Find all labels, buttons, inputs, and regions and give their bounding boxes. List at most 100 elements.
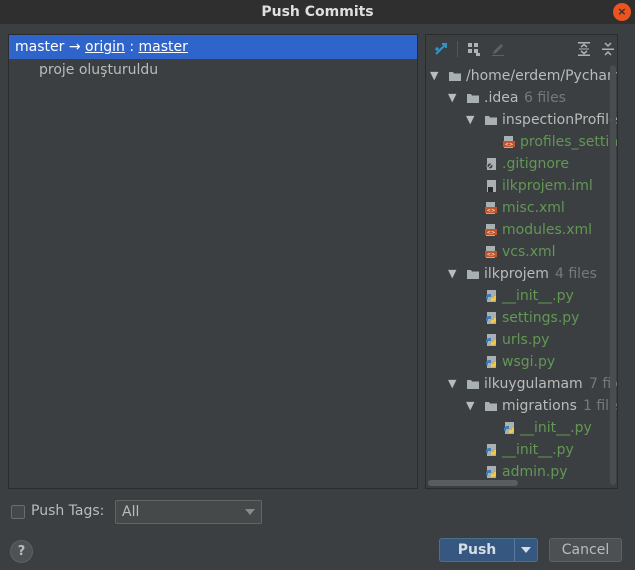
toolbar-divider — [457, 41, 458, 57]
collapse-all-icon[interactable] — [600, 41, 616, 57]
xml-file-icon: <> — [503, 136, 515, 148]
tree-folder-row[interactable]: ▼ migrations 1 file — [426, 395, 617, 417]
remote-link[interactable]: origin — [85, 39, 125, 55]
svg-text:<>: <> — [487, 252, 495, 258]
push-tags-checkbox[interactable] — [11, 505, 25, 519]
tree-file-row[interactable]: ilkprojem.iml — [426, 175, 617, 197]
tree-item-label: wsgi.py — [502, 354, 556, 370]
tree-item-label: misc.xml — [502, 200, 565, 216]
tree-expand-toggle-icon[interactable]: ▼ — [448, 87, 460, 109]
tree-item-label: __init__.py — [502, 288, 574, 304]
commits-panel: master → origin : master proje oluşturul… — [8, 34, 418, 489]
tree-file-row[interactable]: <> vcs.xml — [426, 241, 617, 263]
tree-item-file-count: 6 files — [524, 90, 566, 106]
tree-file-row[interactable]: __init__.py — [426, 439, 617, 461]
files-toolbar — [426, 35, 617, 63]
branch-row[interactable]: master → origin : master — [9, 35, 417, 59]
group-by-icon[interactable] — [466, 41, 482, 57]
xml-file-icon: <> — [485, 224, 497, 236]
tree-item-label: profiles_settings.xml — [520, 134, 618, 150]
tree-item-label: .gitignore — [502, 156, 569, 172]
tree-file-row[interactable]: wsgi.py — [426, 351, 617, 373]
tree-item-label: ilkuygulamam — [484, 376, 583, 392]
window-titlebar: Push Commits × — [0, 0, 635, 24]
folder-icon — [485, 116, 497, 125]
changed-files-panel: ▼ /home/erdem/Pycharm ▼ .idea 6 files ▼ inspec… — [425, 34, 618, 489]
tree-item-file-count: 4 files — [555, 266, 597, 282]
file-tree: ▼ /home/erdem/Pycharm ▼ .idea 6 files ▼ inspec… — [426, 65, 618, 483]
tree-item-label: migrations — [502, 398, 577, 414]
window-title: Push Commits — [261, 4, 374, 20]
tree-item-label: vcs.xml — [502, 244, 556, 260]
folder-icon — [485, 402, 497, 411]
tree-expand-toggle-icon[interactable]: ▼ — [448, 263, 460, 285]
remote-branch-link[interactable]: master — [139, 39, 188, 55]
tags-select[interactable]: All — [115, 500, 262, 524]
tree-file-row[interactable]: <> misc.xml — [426, 197, 617, 219]
push-button[interactable]: Push — [439, 538, 538, 562]
push-button-label: Push — [457, 542, 497, 558]
tree-item-label: /home/erdem/Pycharm — [466, 68, 618, 84]
svg-text:<>: <> — [505, 142, 513, 148]
folder-icon — [449, 72, 461, 81]
edit-source-icon[interactable] — [490, 41, 506, 57]
tree-folder-row[interactable]: ▼ilkuygulamam7 files — [426, 373, 617, 395]
commit-item[interactable]: proje oluşturuldu — [9, 59, 417, 81]
svg-text:<>: <> — [487, 230, 495, 236]
tree-item-label: settings.py — [502, 310, 580, 326]
push-tags-label: Push Tags: — [31, 503, 105, 519]
chevron-down-icon — [245, 509, 255, 515]
branch-separator: : — [129, 39, 135, 55]
folder-icon — [467, 380, 479, 389]
svg-text:<>: <> — [487, 208, 495, 214]
py-file-icon — [486, 290, 496, 302]
tree-vertical-scrollbar[interactable] — [610, 65, 616, 485]
tree-horizontal-scrollbar[interactable] — [428, 480, 518, 486]
tree-item-label: inspectionProfiles — [502, 112, 618, 128]
arrow-icon: → — [68, 39, 81, 55]
tree-expand-toggle-icon[interactable]: ▼ — [466, 109, 478, 131]
xml-file-icon: <> — [485, 202, 497, 214]
tree-folder-row[interactable]: ▼ inspectionProfiles — [426, 109, 618, 131]
local-branch: master — [15, 39, 65, 55]
tree-file-row[interactable]: <> profiles_settings.xml — [426, 131, 618, 153]
tags-select-value: All — [122, 504, 140, 520]
py-file-icon — [486, 466, 496, 478]
help-button[interactable]: ? — [10, 540, 33, 563]
py-file-icon — [504, 422, 514, 434]
tree-item-label: __init__.py — [520, 420, 592, 436]
iml-file-icon — [487, 180, 496, 192]
tree-file-row[interactable]: .gitignore — [426, 153, 617, 175]
tree-item-label: modules.xml — [502, 222, 593, 238]
tree-item-label: ilkprojem — [484, 266, 549, 282]
folder-icon — [467, 94, 479, 103]
tree-expand-toggle-icon[interactable]: ▼ — [466, 395, 478, 417]
close-icon[interactable]: × — [613, 3, 631, 21]
tree-folder-row[interactable]: ▼ /home/erdem/Pycharm — [426, 65, 618, 87]
tree-item-label: __init__.py — [502, 442, 574, 458]
tree-folder-row[interactable]: ▼ .idea 6 files — [426, 87, 617, 109]
tree-file-row[interactable]: <> modules.xml — [426, 219, 617, 241]
tree-file-row[interactable]: __init__.py — [426, 285, 617, 307]
tree-item-label: ilkprojem.iml — [502, 178, 593, 194]
show-diff-icon[interactable] — [433, 41, 449, 57]
tree-file-row[interactable]: urls.py — [426, 329, 617, 351]
tree-folder-row[interactable]: ▼ ilkprojem 4 files — [426, 263, 617, 285]
expand-all-icon[interactable] — [576, 41, 592, 57]
tree-file-row[interactable]: __init__.py — [426, 417, 617, 439]
py-file-icon — [486, 444, 496, 456]
cancel-button[interactable]: Cancel — [549, 538, 622, 562]
xml-file-icon: <> — [485, 246, 497, 258]
tree-expand-toggle-icon[interactable]: ▼ — [448, 373, 460, 395]
ignore-file-icon — [486, 158, 496, 170]
tree-expand-toggle-icon[interactable]: ▼ — [430, 65, 442, 87]
push-dropdown-icon[interactable] — [521, 547, 531, 553]
py-file-icon — [486, 312, 496, 324]
tree-item-label: urls.py — [502, 332, 550, 348]
py-file-icon — [486, 334, 496, 346]
folder-icon — [467, 270, 479, 279]
py-file-icon — [486, 356, 496, 368]
push-button-divider — [514, 539, 515, 561]
tree-file-row[interactable]: settings.py — [426, 307, 617, 329]
tree-item-label: .idea — [484, 90, 519, 106]
